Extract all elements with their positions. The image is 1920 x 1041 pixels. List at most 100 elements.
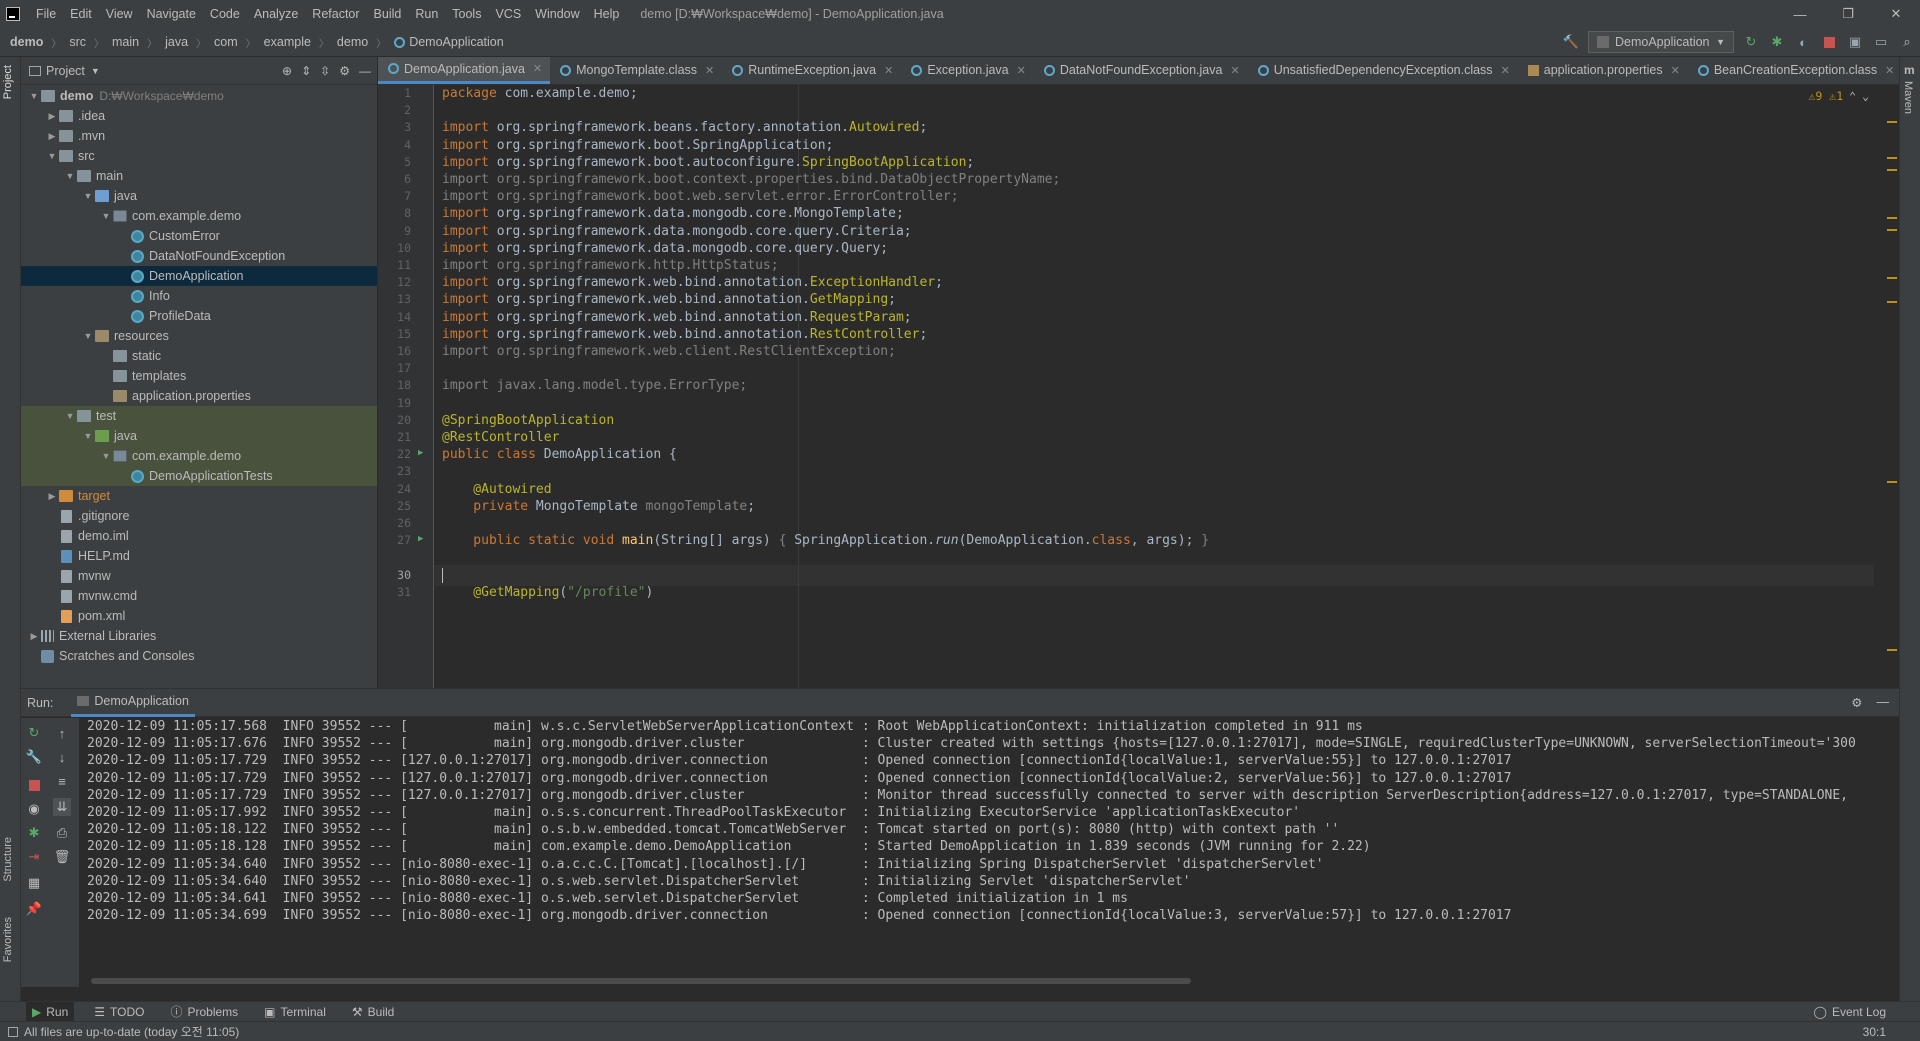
exit-icon[interactable]: ⇥ xyxy=(25,848,43,866)
tree-item-static[interactable]: static xyxy=(21,346,377,366)
menu-item-window[interactable]: Window xyxy=(528,7,586,21)
breadcrumb-item[interactable]: java xyxy=(165,35,188,49)
tree-item-datanotfoundexception[interactable]: DataNotFoundException xyxy=(21,246,377,266)
print-icon[interactable]: ⎙ xyxy=(53,824,71,842)
menu-item-help[interactable]: Help xyxy=(587,7,627,21)
warning-stripe-mark[interactable] xyxy=(1887,277,1897,279)
todo-tool-button[interactable]: ☰ TODO xyxy=(88,1005,150,1019)
tree-item-demo[interactable]: ▼ demo D:₩Workspace₩demo xyxy=(21,86,377,106)
project-tool-tab[interactable]: Project xyxy=(2,65,14,99)
tree-item-target[interactable]: ▶ target xyxy=(21,486,377,506)
close-tab-icon[interactable]: ✕ xyxy=(1671,64,1680,77)
chevron-down-icon[interactable]: ▼ xyxy=(63,411,77,421)
chevron-down-icon[interactable]: ▼ xyxy=(91,66,100,76)
caret-position[interactable]: 30:1 xyxy=(1863,1025,1886,1039)
run-gutter-icon[interactable]: ▶ xyxy=(418,448,423,458)
collapse-all-icon[interactable]: ⇳ xyxy=(320,64,330,78)
chevron-down-icon[interactable]: ▼ xyxy=(99,211,113,221)
pin-icon[interactable]: 📌 xyxy=(25,900,43,918)
chevron-down-icon[interactable]: ▼ xyxy=(81,331,95,341)
scroll-up-icon[interactable]: ↑ xyxy=(53,724,71,742)
warning-stripe-mark[interactable] xyxy=(1887,157,1897,159)
tree-item-resources[interactable]: ▼ resources xyxy=(21,326,377,346)
debug-icon[interactable]: ✱ xyxy=(1768,33,1786,51)
tree-item-pom-xml[interactable]: pom.xml xyxy=(21,606,377,626)
warning-stripe-mark[interactable] xyxy=(1887,121,1897,123)
minimize-icon[interactable]: — xyxy=(1776,0,1824,28)
menu-item-build[interactable]: Build xyxy=(367,7,409,21)
breadcrumb-item[interactable]: example xyxy=(264,35,311,49)
menu-item-code[interactable]: Code xyxy=(203,7,247,21)
maven-tool-tab[interactable]: Maven xyxy=(1902,81,1914,114)
tree-item-com-example-demo[interactable]: ▼ com.example.demo xyxy=(21,446,377,466)
close-tab-icon[interactable]: ✕ xyxy=(1230,64,1239,77)
run-tab-demoapplication[interactable]: DemoApplication xyxy=(71,689,195,717)
editor-tab-exception-java[interactable]: Exception.java ✕ xyxy=(901,57,1034,84)
tree-item-mvnw-cmd[interactable]: mvnw.cmd xyxy=(21,586,377,606)
expand-all-icon[interactable]: ⇕ xyxy=(301,64,311,78)
close-tab-icon[interactable]: ✕ xyxy=(1885,64,1894,77)
maven-icon[interactable]: m xyxy=(1904,63,1915,77)
soft-wrap-icon[interactable]: ≡ xyxy=(53,772,71,790)
menu-item-refactor[interactable]: Refactor xyxy=(305,7,366,21)
tree-item-scratches-and-consoles[interactable]: Scratches and Consoles xyxy=(21,646,377,666)
chevron-up-icon[interactable]: ⌃ xyxy=(1849,89,1856,103)
rerun-icon[interactable]: ↻ xyxy=(1742,33,1760,51)
settings-gear-icon[interactable]: ⚙ xyxy=(1851,695,1862,710)
chevron-down-icon[interactable]: ▼ xyxy=(81,191,95,201)
close-tab-icon[interactable]: ✕ xyxy=(705,64,714,77)
warning-stripe-mark[interactable] xyxy=(1887,229,1897,231)
tree-item-demoapplicationtests[interactable]: DemoApplicationTests xyxy=(21,466,377,486)
menu-item-analyze[interactable]: Analyze xyxy=(247,7,305,21)
favorites-tool-tab[interactable]: Favorites xyxy=(2,917,14,962)
menu-item-tools[interactable]: Tools xyxy=(445,7,488,21)
editor-tab-application-properties[interactable]: application.properties ✕ xyxy=(1518,57,1688,84)
tree-item-java[interactable]: ▼ java xyxy=(21,426,377,446)
project-panel-title[interactable]: Project xyxy=(46,64,85,78)
menu-item-vcs[interactable]: VCS xyxy=(488,7,528,21)
wrench-icon[interactable]: 🔧 xyxy=(25,748,43,766)
editor-tab-mongotemplate-class[interactable]: MongoTemplate.class ✕ xyxy=(550,57,722,84)
chevron-right-icon[interactable]: ▶ xyxy=(45,131,59,142)
chevron-right-icon[interactable]: ▶ xyxy=(45,111,59,122)
restore-icon[interactable]: ❐ xyxy=(1824,0,1872,28)
problems-tool-button[interactable]: ⓘ Problems xyxy=(164,1003,244,1020)
trash-icon[interactable]: 🗑 xyxy=(53,848,71,866)
locate-icon[interactable]: ⊕ xyxy=(282,64,292,78)
chevron-down-icon[interactable]: ⌄ xyxy=(1862,89,1869,103)
layout-icon[interactable]: ▭ xyxy=(1872,33,1890,51)
rerun-icon[interactable]: ↻ xyxy=(25,724,43,742)
tree-item-test[interactable]: ▼ test xyxy=(21,406,377,426)
layout-icon[interactable]: ▦ xyxy=(25,874,43,892)
warning-stripe-mark[interactable] xyxy=(1887,481,1897,483)
console-output[interactable]: 2020-12-09 11:05:17.568 INFO 39552 --- [… xyxy=(87,718,1869,973)
hide-icon[interactable]: — xyxy=(1877,695,1890,710)
editor-tab-unsatisfieddependencyexception-class[interactable]: UnsatisfiedDependencyException.class ✕ xyxy=(1248,57,1518,84)
tree-item-application-properties[interactable]: application.properties xyxy=(21,386,377,406)
menu-item-view[interactable]: View xyxy=(99,7,140,21)
inspection-summary[interactable]: ⚠9 ⚠1 ⌃ ⌄ xyxy=(1809,89,1870,103)
event-log-button[interactable]: ◯ Event Log xyxy=(1808,1005,1892,1019)
tree-item-profiledata[interactable]: ProfileData xyxy=(21,306,377,326)
editor-tab-datanotfoundexception-java[interactable]: DataNotFoundException.java ✕ xyxy=(1034,57,1248,84)
tree-item-com-example-demo[interactable]: ▼ com.example.demo xyxy=(21,206,377,226)
chevron-down-icon[interactable]: ▼ xyxy=(27,91,41,101)
editor-tab-demoapplication-java[interactable]: DemoApplication.java ✕ xyxy=(378,57,551,84)
hide-icon[interactable]: — xyxy=(359,64,371,78)
project-structure-icon[interactable]: ▣ xyxy=(1846,33,1864,51)
scroll-down-icon[interactable]: ↓ xyxy=(53,748,71,766)
breadcrumb-item[interactable]: main xyxy=(112,35,139,49)
chevron-down-icon[interactable]: ▼ xyxy=(63,171,77,181)
structure-tool-tab[interactable]: Structure xyxy=(2,837,14,882)
chevron-down-icon[interactable]: ▼ xyxy=(81,431,95,441)
run-tool-button[interactable]: ▶ Run xyxy=(26,1001,75,1022)
code-editor[interactable]: 1 2 3 4 5 6 7 8 9 10 11 12 13 14 15 16 17 18 19 20 21 22 ▶ 23 24… xyxy=(378,85,1899,688)
breadcrumb-item[interactable]: demo xyxy=(10,35,43,49)
camera-icon[interactable]: ◉ xyxy=(25,800,43,818)
tree-item-customerror[interactable]: CustomError xyxy=(21,226,377,246)
stop-icon[interactable] xyxy=(1820,33,1838,51)
tree-item-info[interactable]: Info xyxy=(21,286,377,306)
error-stripe[interactable] xyxy=(1885,85,1899,688)
run-configuration-select[interactable]: DemoApplication ▼ xyxy=(1588,31,1734,53)
menu-item-run[interactable]: Run xyxy=(408,7,445,21)
